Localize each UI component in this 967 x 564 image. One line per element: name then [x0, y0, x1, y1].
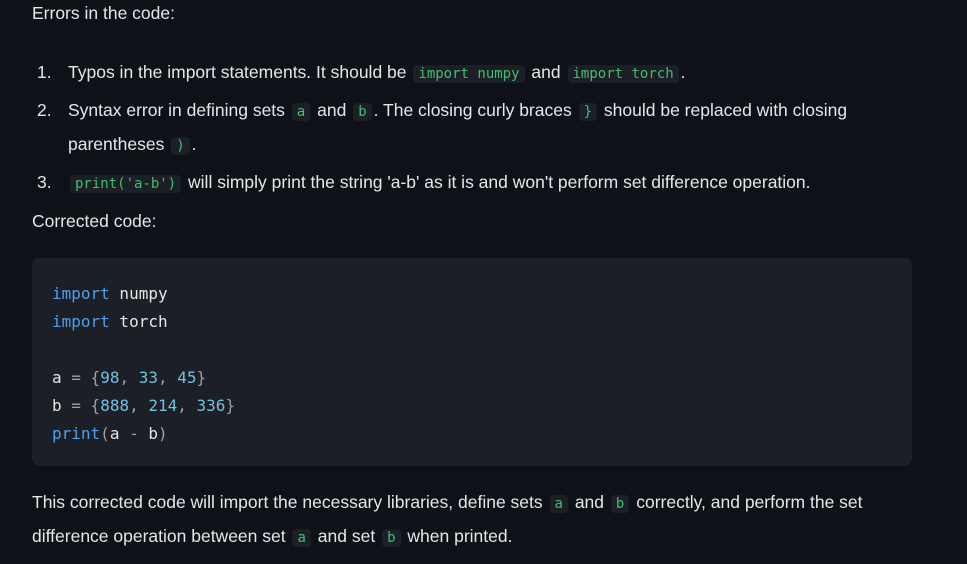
list-text: Typos in the import statements. It shoul… — [68, 62, 407, 82]
error-list: 1. Typos in the import statements. It sh… — [32, 56, 932, 200]
code-function: print — [52, 424, 101, 443]
list-text: and — [531, 62, 561, 82]
code-op: - — [119, 424, 149, 443]
code-op: = — [61, 396, 91, 415]
list-text: Syntax error in defining sets — [68, 100, 285, 120]
inline-code: a — [549, 495, 568, 513]
code-var: b — [52, 396, 62, 415]
closing-text: and set — [317, 526, 376, 546]
closing-text: when printed. — [407, 526, 513, 546]
list-item: 2. Syntax error in defining sets a and b… — [32, 94, 932, 162]
code-sep: , — [129, 396, 149, 415]
inline-code: print('a-b') — [70, 175, 182, 193]
code-keyword: import — [52, 312, 110, 331]
list-text: . — [191, 134, 197, 154]
code-var: a — [52, 368, 62, 387]
list-number: 3. — [37, 172, 52, 192]
list-item: 3. print('a-b') will simply print the st… — [32, 166, 932, 200]
inline-code: b — [382, 529, 401, 547]
code-block[interactable]: import numpy import torch a = {98, 33, 4… — [32, 258, 912, 466]
code-keyword: import — [52, 284, 110, 303]
inline-code: ) — [171, 137, 190, 155]
code-brace: } — [225, 396, 236, 415]
code-var: a — [109, 424, 120, 443]
code-paren: ) — [158, 424, 168, 443]
code-number: 214 — [148, 396, 178, 415]
code-number: 336 — [196, 396, 226, 415]
code-sep: , — [119, 368, 139, 387]
corrected-code-label: Corrected code: — [32, 211, 157, 231]
inline-code: b — [353, 103, 372, 121]
code-var: b — [148, 424, 158, 443]
code-content: import numpy import torch a = {98, 33, 4… — [52, 280, 235, 448]
code-number: 45 — [177, 368, 197, 387]
inline-code: b — [610, 495, 630, 513]
list-text: will simply print the string 'a-b' as it… — [188, 172, 811, 192]
code-text: numpy — [109, 284, 168, 303]
inline-code: import numpy — [413, 65, 525, 83]
code-text: torch — [109, 312, 168, 331]
list-item: 1. Typos in the import statements. It sh… — [32, 56, 932, 90]
inline-code: a — [291, 103, 311, 121]
code-number: 33 — [138, 368, 158, 387]
list-number: 2. — [37, 100, 52, 120]
intro-text: Errors in the code: — [32, 3, 175, 23]
closing-paragraph: This corrected code will import the nece… — [32, 486, 932, 554]
code-sep: , — [157, 368, 178, 387]
closing-text: and — [574, 492, 605, 512]
code-brace: } — [196, 368, 207, 387]
code-paren: ( — [100, 424, 110, 443]
inline-code: import torch — [567, 65, 679, 83]
closing-text: This corrected code will import the nece… — [32, 492, 543, 512]
list-text: . — [680, 62, 686, 82]
list-number: 1. — [37, 62, 52, 82]
code-op: = — [61, 368, 91, 387]
code-number: 98 — [100, 368, 120, 387]
inline-code: } — [578, 103, 598, 121]
code-number: 888 — [100, 396, 130, 415]
code-brace: { — [90, 368, 101, 387]
list-text: . The closing curly braces — [373, 100, 572, 120]
code-brace: { — [90, 396, 101, 415]
list-text: and — [317, 100, 347, 120]
code-sep: , — [177, 396, 197, 415]
inline-code: a — [292, 529, 311, 547]
